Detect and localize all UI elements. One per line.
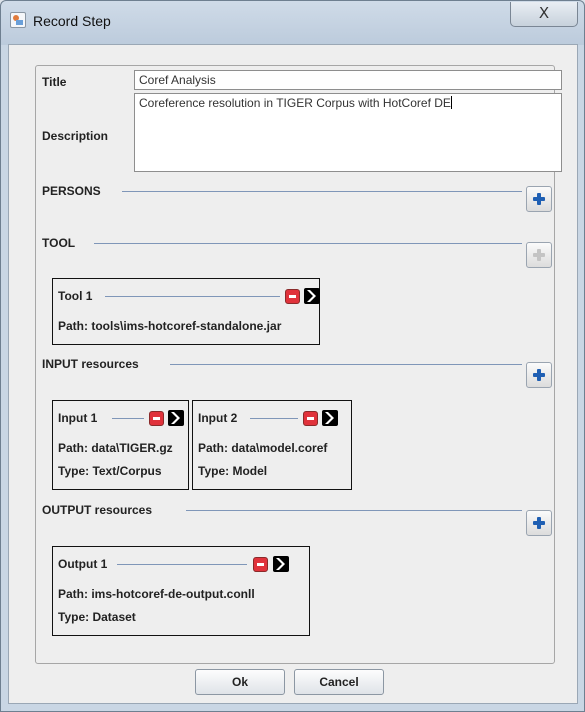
title-field[interactable]: Coref Analysis: [134, 70, 562, 90]
output-card: Output 1 Path: ims-hotcoref-de-output.co…: [52, 546, 310, 636]
input-card-type: Type: Model: [198, 464, 268, 478]
output-card-separator: [117, 564, 247, 565]
remove-output-button[interactable]: [253, 557, 268, 572]
close-button[interactable]: X: [510, 2, 578, 27]
open-input-button[interactable]: [322, 410, 338, 426]
input-card-title: Input 1: [58, 411, 98, 425]
remove-input-button[interactable]: [149, 411, 164, 426]
title-label: Title: [42, 75, 67, 89]
tool-heading: TOOL: [42, 236, 76, 250]
input-heading: INPUT resources: [42, 357, 139, 371]
remove-tool-button[interactable]: [285, 289, 300, 304]
add-person-button[interactable]: [526, 186, 552, 212]
input-card-separator: [250, 418, 298, 419]
arrow-right-icon: [307, 290, 316, 302]
output-separator: [186, 510, 522, 511]
title-bar[interactable]: Record Step X: [1, 1, 584, 41]
input-card-type: Type: Text/Corpus: [58, 464, 162, 478]
tool-separator: [94, 243, 522, 244]
remove-input-button[interactable]: [303, 411, 318, 426]
input-card: Input 1 Path: data\TIGER.gz Type: Text/C…: [52, 400, 189, 490]
close-icon: X: [538, 4, 550, 22]
output-heading: OUTPUT resources: [42, 503, 153, 517]
input-card-path: Path: data\model.coref: [198, 441, 328, 455]
description-field[interactable]: Coreference resolution in TIGER Corpus w…: [134, 93, 562, 172]
section-tool: TOOL: [42, 234, 522, 254]
arrow-right-icon: [276, 558, 285, 570]
dialog-content: Title Coref Analysis Description Corefer…: [8, 44, 578, 704]
output-card-title: Output 1: [58, 557, 108, 571]
description-label: Description: [42, 129, 109, 143]
input-card: Input 2 Path: data\model.coref Type: Mod…: [192, 400, 352, 490]
persons-separator: [122, 191, 522, 192]
text-cursor: [450, 96, 452, 109]
add-tool-button[interactable]: [526, 242, 552, 268]
section-input: INPUT resources: [42, 355, 522, 375]
open-input-button[interactable]: [168, 410, 184, 426]
ok-button[interactable]: Ok: [195, 669, 285, 695]
output-card-path: Path: ims-hotcoref-de-output.conll: [58, 587, 255, 601]
tool-card-path: Path: tools\ims-hotcoref-standalone.jar: [58, 319, 282, 333]
add-input-button[interactable]: [526, 362, 552, 388]
open-tool-button[interactable]: [304, 288, 320, 304]
tool-card-separator: [105, 296, 280, 297]
input-separator: [170, 364, 522, 365]
arrow-right-icon: [325, 412, 334, 424]
input-card-separator: [112, 418, 144, 419]
app-icon: [10, 12, 26, 28]
cancel-button[interactable]: Cancel: [294, 669, 384, 695]
tool-card-title: Tool 1: [58, 289, 93, 303]
open-output-button[interactable]: [273, 556, 289, 572]
add-output-button[interactable]: [526, 510, 552, 536]
section-persons: PERSONS: [42, 182, 522, 202]
arrow-right-icon: [171, 412, 180, 424]
record-step-window: Record Step X Title Coref Analysis Descr…: [0, 0, 585, 712]
output-card-type: Type: Dataset: [58, 610, 136, 624]
input-card-title: Input 2: [198, 411, 238, 425]
window-title: Record Step: [33, 13, 111, 29]
form-panel: Title Coref Analysis Description Corefer…: [35, 65, 562, 664]
input-card-path: Path: data\TIGER.gz: [58, 441, 173, 455]
persons-heading: PERSONS: [42, 184, 101, 198]
tool-card: Tool 1 Path: tools\ims-hotcoref-standalo…: [52, 278, 320, 345]
description-text: Coreference resolution in TIGER Corpus w…: [139, 96, 451, 110]
section-output: OUTPUT resources: [42, 501, 522, 521]
